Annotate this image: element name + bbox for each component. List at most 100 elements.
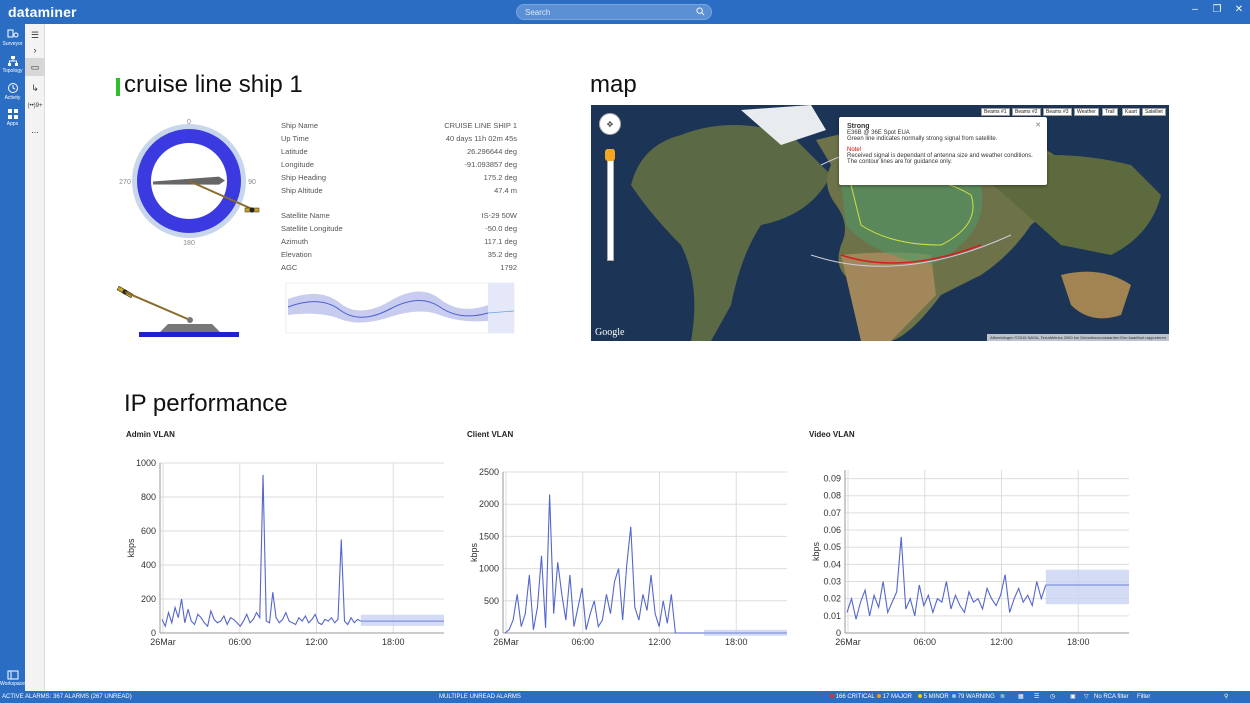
map-button[interactable]: Trail [1102, 108, 1118, 116]
map-nav-control[interactable]: ✥ [599, 113, 621, 135]
search-input[interactable]: Search [516, 4, 712, 20]
y-tick-label: 1500 [479, 531, 499, 541]
nav-activity[interactable]: Activity [0, 82, 25, 101]
minor-count[interactable]: 5 MINOR [918, 691, 949, 703]
map-zoom-slider[interactable] [607, 149, 614, 261]
active-alarms-text[interactable]: ACTIVE ALARMS: 367 ALARMS (267 UNREAD) [2, 691, 132, 703]
y-tick-label: 0.05 [823, 542, 841, 552]
topology-icon [7, 56, 18, 66]
critical-dot [830, 694, 834, 698]
sea-line [139, 332, 239, 337]
x-tick-label: 18:00 [382, 637, 405, 647]
map-button[interactable]: Weather [1074, 108, 1099, 116]
compass-w: 270 [119, 179, 131, 186]
x-tick-label: 18:00 [725, 637, 748, 647]
compass-widget: 0 180 270 90 [119, 119, 260, 247]
nav-label: Apps [6, 121, 19, 127]
detail-view-icon[interactable]: ☰ [1034, 691, 1039, 703]
map-button[interactable]: Satelliet [1142, 108, 1166, 116]
search-placeholder: Search [525, 8, 551, 17]
relations-icon[interactable]: ↳ [25, 79, 45, 97]
popup-close-icon[interactable]: ✕ [1035, 121, 1041, 129]
ship-info-table: Ship Name CRUISE LINE SHIP 1 Up Time 40 da… [281, 121, 517, 272]
map-attribution[interactable]: Afbeeldingen ©2015 NASA, TerraMetrics 20… [987, 334, 1169, 341]
y-tick-label: 0.07 [823, 508, 841, 518]
client-vlan-chart: 0500100015002000250026Mar 06:00 12:00 18:00… [469, 467, 787, 647]
nav-label: Workspace [0, 681, 25, 687]
more-icon[interactable]: ... [25, 121, 45, 139]
x-tick-label: 26Mar [493, 637, 519, 647]
y-tick-label: 1000 [136, 458, 156, 468]
critical-count[interactable]: 166 CRITICAL [830, 691, 875, 703]
y-tick-label: 800 [141, 492, 156, 502]
x-tick-label: 18:00 [1067, 637, 1090, 647]
google-logo: Google [595, 327, 625, 338]
major-count[interactable]: 17 MAJOR [877, 691, 912, 703]
y-tick-label: 0.04 [823, 559, 841, 569]
minor-dot [918, 694, 922, 698]
search-icon[interactable] [696, 7, 705, 18]
rca-filter-icon[interactable]: ▽ [1084, 691, 1089, 703]
x-tick-label: 26Mar [835, 637, 861, 647]
y-tick-label: 200 [141, 594, 156, 604]
satellite-map[interactable]: ✥ Beams #1 Beams #2 Beams #3 Weather Tra… [591, 105, 1169, 341]
ship-title: cruise line ship 1 [124, 71, 303, 98]
y-axis-label: kbps [469, 542, 479, 562]
street-view-icon[interactable] [605, 149, 615, 161]
y-tick-label: 0.06 [823, 525, 841, 535]
x-tick-label: 12:00 [990, 637, 1013, 647]
title-bar: dataminer Search – ❐ ✕ [0, 0, 1250, 24]
alarms-badge[interactable]: (••)9+ [25, 97, 45, 115]
trend-icon[interactable]: ≋ [1000, 691, 1005, 703]
warning-dot [952, 694, 956, 698]
y-tick-label: 0.02 [823, 594, 841, 604]
map-button[interactable]: Beams #3 [1043, 108, 1072, 116]
x-tick-label: 06:00 [913, 637, 936, 647]
prediction-band [360, 614, 444, 626]
app-logo: dataminer [8, 4, 77, 20]
activity-icon [7, 83, 18, 93]
y-tick-label: 0.01 [823, 611, 841, 621]
admin-vlan-title: Admin VLAN [126, 430, 175, 439]
close-icon[interactable]: ✕ [1232, 4, 1246, 15]
client-vlan-title: Client VLAN [467, 430, 514, 439]
y-tick-label: 500 [484, 596, 499, 606]
clock-icon[interactable]: ◷ [1050, 691, 1055, 703]
map-button[interactable]: Kaart [1122, 108, 1140, 116]
filter-input[interactable]: Filter [1137, 691, 1150, 703]
multiple-unread-text: MULTIPLE UNREAD ALARMS [439, 694, 521, 700]
restore-icon[interactable]: ❐ [1210, 4, 1224, 15]
visual-page-icon[interactable]: ▭ [25, 58, 45, 76]
x-tick-label: 12:00 [305, 637, 328, 647]
compass-s: 180 [183, 240, 195, 247]
expand-chevron-icon[interactable]: › [25, 41, 45, 59]
x-tick-label: 26Mar [150, 637, 176, 647]
y-tick-label: 600 [141, 526, 156, 536]
nav-workspace[interactable]: Workspace [0, 670, 25, 687]
minimize-icon[interactable]: – [1188, 4, 1202, 15]
map-button[interactable]: Beams #2 [1012, 108, 1041, 116]
nav-label: Surveyor [2, 41, 23, 47]
popup-heading: Strong [847, 123, 870, 130]
rca-filter-text[interactable]: No RCA filter [1094, 691, 1129, 703]
nav-label: Topology [2, 68, 23, 74]
left-nav: Surveyor Topology Activity Apps Workspac… [0, 24, 25, 691]
y-tick-label: 1000 [479, 564, 499, 574]
focus-icon[interactable]: ▣ [1070, 691, 1076, 703]
x-tick-label: 12:00 [648, 637, 671, 647]
y-tick-label: 400 [141, 560, 156, 570]
list-view-icon[interactable]: ▦ [1018, 691, 1024, 703]
nav-topology[interactable]: Topology [0, 55, 25, 74]
prediction-zone [488, 283, 514, 333]
map-button[interactable]: Beams #1 [981, 108, 1010, 116]
y-tick-label: 0.08 [823, 491, 841, 501]
sub-nav: ☰ › ▭ ↳ (••)9+ ... [25, 24, 45, 691]
filter-search-icon[interactable]: ⚲ [1224, 691, 1228, 703]
nav-surveyor[interactable]: Surveyor [0, 28, 25, 47]
ship-deck [160, 324, 220, 332]
warning-count[interactable]: 79 WARNING [952, 691, 995, 703]
major-dot [877, 694, 881, 698]
antenna-dish [187, 317, 193, 323]
popup-line1: Green line indicates normally strong sig… [847, 136, 998, 142]
nav-apps[interactable]: Apps [0, 108, 25, 127]
